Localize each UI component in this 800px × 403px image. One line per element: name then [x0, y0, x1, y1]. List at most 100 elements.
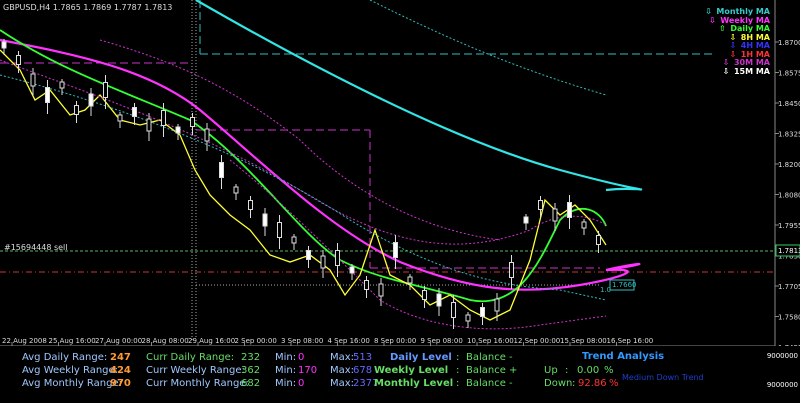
candle-body — [378, 283, 384, 297]
trend-up-unit: % — [604, 365, 614, 376]
curr-monthly-label: Curr Monthly Range: — [146, 378, 249, 389]
price-tick-label: 1.8325 — [778, 131, 800, 139]
candle-body — [552, 208, 558, 222]
candle-body — [306, 250, 311, 260]
chart-canvas[interactable]: 1.8700 1.8575 1.8450 1.8325 1.8200 1.8080 1.79… — [0, 0, 800, 346]
price-tick-label: 1.8080 — [778, 192, 800, 200]
trend-up-value: 0.00 — [577, 365, 600, 376]
candle-body — [1, 41, 7, 49]
candle-body — [451, 302, 456, 318]
candle-body — [349, 266, 355, 274]
date-tick-label: 12 Sep 00:00 — [514, 337, 561, 345]
monthly-ma-line — [195, 0, 643, 192]
monthly-level-value: Balance - — [466, 378, 513, 389]
ma-legend-row: ⇩ 15M MA — [703, 66, 770, 77]
indicator-tick-top: 9000000 — [766, 352, 798, 360]
date-tick-label: 16 Sep 16:00 — [607, 337, 654, 345]
curr-daily-max: 513 — [353, 352, 373, 363]
weekly-level-label: Weekly Level — [374, 365, 449, 376]
price-tick-label: 1.7705 — [778, 283, 800, 291]
ma-legend-label: 15M MA — [733, 66, 770, 76]
candle-body — [291, 236, 297, 244]
candle-body — [204, 128, 210, 142]
price-tick-label: 1.8200 — [778, 161, 800, 169]
date-tick-label: 15 Sep 08:00 — [560, 337, 607, 345]
curr-daily-label: Curr Daily Range: — [146, 352, 235, 363]
trend-note: Medium Down Trend — [622, 373, 704, 382]
weekly-level-value: Balance + — [466, 365, 518, 376]
date-tick-label: 25 Aug 16:00 — [49, 337, 96, 345]
candle-body — [161, 110, 166, 126]
symbol-info: GBPUSD,H4 1.7865 1.7869 1.7787 1.7813 — [3, 3, 173, 12]
monthly-level-label: Monthly Level — [374, 378, 454, 389]
trend-arrow-icon: ⇩ — [722, 66, 730, 76]
date-tick-label: 27 Aug 00:00 — [95, 337, 142, 345]
candle-body — [494, 298, 500, 312]
curr-monthly-value: 682 — [241, 378, 261, 389]
candle-body — [233, 186, 239, 194]
candle-body — [175, 126, 181, 134]
candle-body — [59, 81, 65, 89]
trend-down-sep: : — [572, 378, 576, 389]
candle-body — [393, 242, 398, 258]
curr-weekly-min-label: Min: — [275, 365, 297, 376]
weekly-level-sep: : — [456, 365, 460, 376]
candle-body — [45, 87, 50, 103]
candle-body — [509, 262, 514, 278]
curr-daily-min-label: Min: — [275, 352, 297, 363]
price-tick-label: 1.8700 — [778, 39, 800, 47]
price-tick-label: 1.8575 — [778, 70, 800, 78]
curr-monthly-min: 0 — [298, 378, 305, 389]
avg-monthly-value: 970 — [110, 378, 131, 389]
trend-down-label: Down — [544, 378, 573, 389]
trend-arrow-icon: ⇩ — [709, 15, 716, 25]
curr-daily-value: 232 — [241, 352, 261, 363]
candle-body — [117, 114, 123, 122]
price-tick-label: 1.8450 — [778, 100, 800, 108]
daily-level-sep: : — [456, 352, 460, 363]
candle-body — [88, 93, 94, 107]
date-tick-label: 3 Sep 08:00 — [281, 337, 323, 345]
candle-body — [465, 314, 471, 322]
curr-monthly-min-label: Min: — [275, 378, 297, 389]
candle-body — [320, 255, 326, 269]
trend-down-unit: % — [609, 378, 619, 389]
daily-ma-line — [0, 29, 607, 303]
candle-body — [248, 200, 253, 210]
date-tick-label: 8 Sep 00:00 — [374, 337, 416, 345]
fib-level-label: 1.0 — [600, 286, 611, 294]
indicator-panel: 9000000 9000000 Avg Daily Range: 247 Avg… — [0, 346, 800, 403]
curr-weekly-max: 678 — [353, 365, 373, 376]
date-tick-label: 28 Aug 08:00 — [142, 337, 189, 345]
candle-body — [16, 55, 21, 65]
indicator-tick-bottom: 9000000 — [766, 381, 798, 389]
avg-monthly-label: Avg Monthly Range: — [22, 378, 122, 389]
candle-body — [219, 162, 224, 178]
candle-body — [74, 105, 79, 115]
candle-body — [407, 276, 413, 284]
candle-body — [480, 307, 485, 317]
order-label: #15694448 sell — [4, 243, 68, 252]
thirty-minute-ma-line — [0, 59, 607, 245]
pending-price-label: 1.7660 — [612, 281, 637, 289]
weekly-band-upper — [99, 39, 501, 241]
candle-body — [538, 200, 543, 210]
price-chart[interactable]: 1.8700 1.8575 1.8450 1.8325 1.8200 1.8080 1.79… — [0, 0, 800, 346]
date-tick-label: 22 Aug 2008 — [2, 337, 47, 345]
curr-weekly-label: Curr Weekly Range: — [146, 365, 245, 376]
trend-up-label: Up — [544, 365, 558, 376]
avg-weekly-value: 424 — [110, 365, 131, 376]
monthly-level-sep: : — [456, 378, 460, 389]
candle-body — [146, 118, 152, 132]
ma-legend: ⇩ Monthly MA ⇩ Weekly MA ⇧ Daily MA ⇩ 8H MA ⇩ 4H … — [703, 7, 770, 77]
candle-body — [581, 221, 587, 229]
date-tick-label: 9 Sep 08:00 — [421, 337, 463, 345]
date-tick-label: 4 Sep 16:00 — [328, 337, 370, 345]
candle-body — [190, 117, 195, 127]
daily-level-label: Daily Level — [390, 352, 452, 363]
avg-daily-label: Avg Daily Range: — [22, 352, 108, 363]
avg-daily-value: 247 — [110, 352, 131, 363]
candle-body — [422, 290, 427, 300]
date-tick-label: 29 Aug 16:00 — [188, 337, 235, 345]
candle-body — [596, 235, 601, 245]
